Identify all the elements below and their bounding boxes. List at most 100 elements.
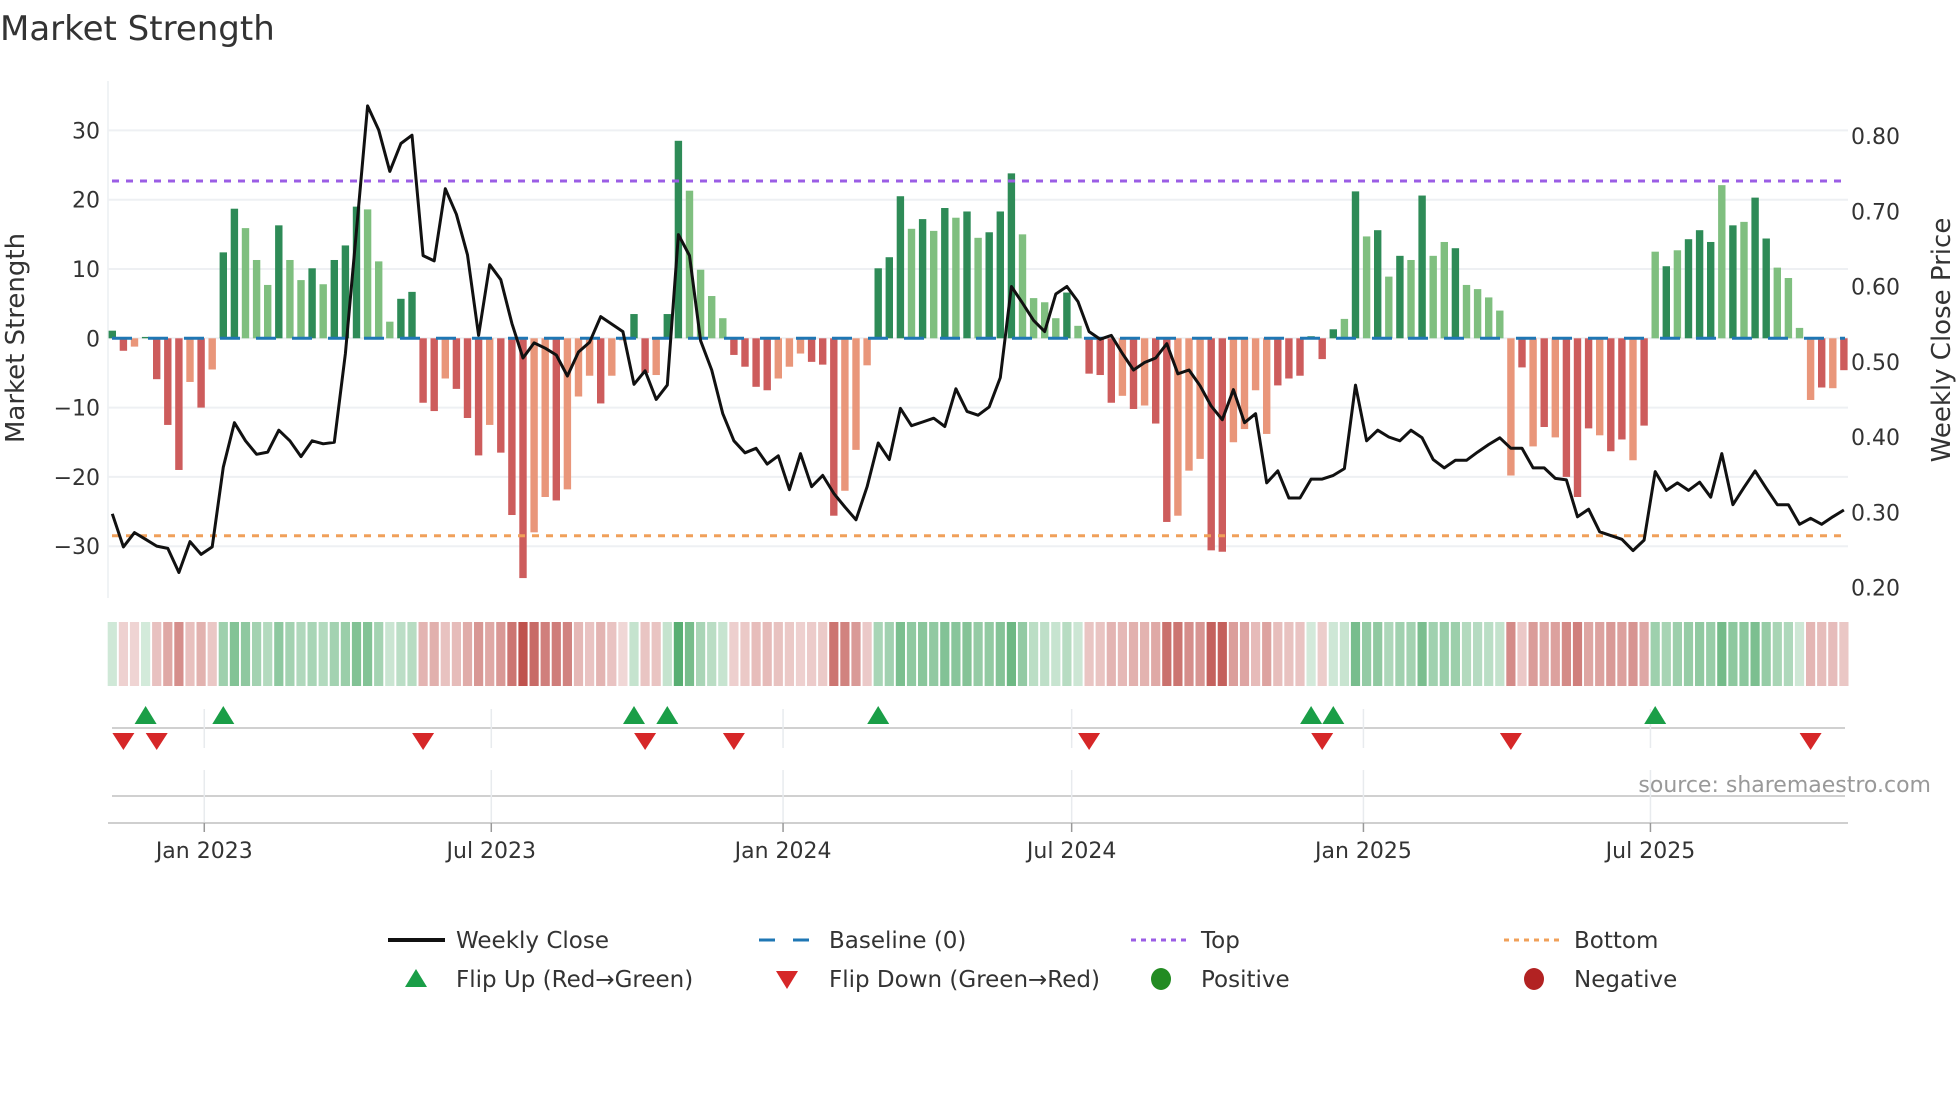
heat-cell (1284, 622, 1294, 686)
strength-bar-positive (230, 208, 239, 339)
heat-cell (1106, 622, 1116, 686)
heat-cell (1794, 622, 1805, 686)
heat-cell (1473, 622, 1483, 686)
strength-bar-positive (996, 211, 1004, 339)
heat-cell (1339, 622, 1349, 686)
heat-cell (673, 622, 683, 686)
strength-bar-positive (1063, 292, 1071, 339)
strength-bar-positive (1440, 241, 1448, 339)
flip-up-marker (1300, 706, 1323, 724)
heat-cell (1572, 622, 1583, 686)
y2-axis-title: Weekly Close Price (1927, 218, 1957, 463)
heat-cell (829, 622, 839, 686)
x-tick-label: Jul 2025 (1604, 839, 1696, 864)
flip-down-marker (722, 733, 745, 750)
strength-bar-negative (452, 338, 461, 389)
strength-bar-negative (508, 338, 516, 516)
strength-bar-negative (1507, 338, 1515, 476)
strength-bar-positive (708, 296, 716, 339)
heat-cell (1128, 622, 1139, 686)
heat-cell (1384, 622, 1394, 686)
heat-cell (551, 622, 561, 686)
strength-bar-positive (1795, 327, 1804, 339)
strength-bar-negative (1640, 338, 1648, 426)
strength-bar-negative (1818, 338, 1826, 388)
heat-cell (1728, 622, 1738, 686)
heat-cell (918, 622, 928, 686)
strength-bar-positive (1485, 297, 1493, 339)
legend: Weekly Close Baseline (0) Top Bottom Flip Up… (388, 928, 1677, 993)
strength-bar-negative (175, 338, 183, 470)
y2-tick-label: 0.20 (1851, 577, 1900, 602)
heat-cell (285, 622, 295, 686)
flip-up-marker (656, 706, 679, 724)
strength-bar-negative (119, 338, 128, 351)
strength-bar-positive (1707, 241, 1715, 339)
heat-cell (1828, 622, 1838, 686)
heat-cell (973, 622, 983, 686)
heat-cell (662, 622, 672, 686)
strength-bar-negative (1140, 338, 1149, 406)
strength-bar-negative (441, 338, 449, 379)
y-axis-title: Market Strength (1, 233, 31, 443)
heat-cell (951, 622, 961, 686)
heat-cell (1817, 622, 1827, 686)
heat-cell (1683, 622, 1694, 686)
heat-cell (762, 622, 772, 686)
heat-cell (1606, 622, 1616, 686)
heat-cell (1140, 622, 1150, 686)
flip-down-marker (1499, 733, 1522, 750)
heat-cell (1029, 622, 1039, 686)
heat-cell (1162, 622, 1172, 686)
strength-bar-positive (1418, 195, 1426, 339)
strength-bar-positive (1651, 251, 1659, 339)
heat-cell (1362, 622, 1372, 686)
strength-bar-positive (974, 237, 982, 339)
heat-cell (418, 622, 428, 686)
strength-bar-negative (741, 338, 749, 367)
heat-cell (1639, 622, 1649, 686)
heat-cell (1017, 622, 1028, 686)
strength-bar-positive (1018, 234, 1027, 339)
triangle-down-icon (776, 971, 798, 989)
heat-cell (1040, 622, 1050, 686)
strength-bar-positive (630, 314, 638, 339)
strength-bar-negative (1829, 338, 1837, 389)
flip-down-marker (145, 733, 168, 750)
strength-bar-positive (1074, 325, 1082, 339)
strength-bar-negative (1152, 338, 1160, 424)
strength-bar-positive (874, 268, 882, 339)
strength-bar-positive (1462, 284, 1471, 339)
heat-cell (1584, 622, 1594, 686)
strength-bar-negative (763, 338, 771, 391)
heat-cell (696, 622, 706, 686)
strength-bar-negative (541, 338, 549, 497)
strength-bar-positive (1695, 230, 1704, 339)
heat-cell (1373, 622, 1383, 686)
strength-bar-positive (1329, 329, 1337, 339)
heat-cell (429, 622, 439, 686)
strength-bar-negative (774, 338, 782, 379)
y2-tick-label: 0.60 (1851, 276, 1900, 301)
heat-cell (462, 622, 473, 686)
strength-bar-negative (1096, 338, 1104, 376)
flip-down-marker (412, 733, 435, 750)
strength-bar-negative (652, 338, 660, 376)
strength-bar-positive (375, 261, 383, 339)
heat-cell (1273, 622, 1283, 686)
strength-bar-negative (1629, 338, 1637, 461)
heat-cell (540, 622, 550, 686)
flip-down-marker (112, 733, 135, 750)
heat-cell (995, 622, 1005, 686)
strength-bar-negative (486, 338, 494, 425)
strength-bar-negative (1551, 338, 1559, 438)
heat-cell (185, 622, 195, 686)
strength-bar-negative (1562, 338, 1571, 477)
heat-cell (607, 622, 617, 686)
heat-cell (141, 622, 151, 686)
legend-label: Negative (1574, 967, 1677, 993)
strength-bar-negative (1285, 338, 1293, 379)
heat-cell (1561, 622, 1571, 686)
strength-bar-positive (930, 230, 938, 339)
heat-cell (1772, 622, 1782, 686)
